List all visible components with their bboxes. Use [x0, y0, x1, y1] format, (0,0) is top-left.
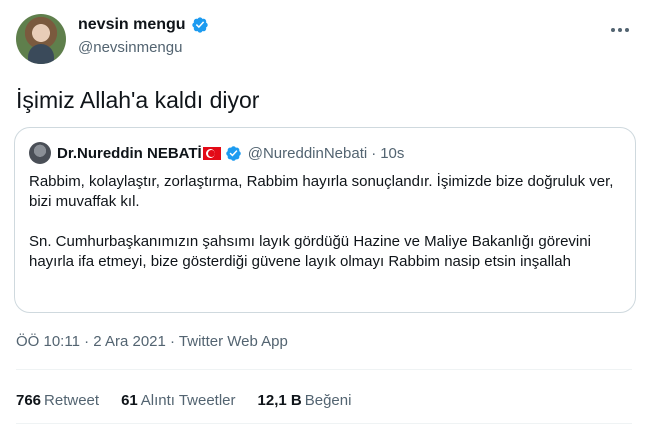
quoted-author-handle: @NureddinNebati: [247, 144, 368, 162]
quoted-verified-badge-icon: [225, 145, 241, 161]
quote-tweets-count: 61: [121, 392, 138, 409]
meta-separator: ·: [170, 333, 176, 350]
author-display-name[interactable]: nevsin mengu: [78, 16, 186, 34]
retweets-count: 766: [16, 392, 42, 409]
quoted-paragraph: Sn. Cumhurbaşkanımızın şahsımı layık gör…: [29, 233, 591, 270]
author-name-block: nevsin mengu @nevsinmengu: [78, 16, 209, 56]
tweet-header: nevsin mengu @nevsinmengu: [16, 14, 632, 66]
tweet-date[interactable]: 2 Ara 2021: [93, 333, 166, 350]
quoted-paragraph: Rabbim, kolaylaştır, zorlaştırma, Rabbim…: [29, 173, 614, 210]
author-handle[interactable]: @nevsinmengu: [78, 39, 209, 56]
likes-label: Beğeni: [304, 392, 352, 409]
quoted-tweet-card[interactable]: Dr.Nureddin NEBATİ @NureddinNebati · 10s…: [14, 127, 636, 313]
quoted-tweet-header: Dr.Nureddin NEBATİ @NureddinNebati · 10s: [29, 141, 404, 165]
tweet-meta: ÖÖ 10:11 · 2 Ara 2021 · Twitter Web App: [16, 333, 288, 350]
likes-count: 12,1 B: [257, 392, 302, 409]
meta-separator: ·: [84, 333, 90, 350]
quote-tweets-stat[interactable]: 61 Alıntı Tweetler: [121, 392, 235, 409]
quoted-tweet-body: Rabbim, kolaylaştır, zorlaştırma, Rabbim…: [29, 172, 623, 272]
tweet-stats: 766 Retweet 61 Alıntı Tweetler 12,1 B Beğen…: [16, 392, 351, 409]
author-avatar[interactable]: [16, 14, 66, 64]
retweets-label: Retweet: [44, 392, 100, 409]
tweet-time[interactable]: ÖÖ 10:11: [16, 333, 80, 350]
retweets-stat[interactable]: 766 Retweet: [16, 392, 99, 409]
quoted-separator: ·: [371, 144, 377, 162]
tweet-text: İşimiz Allah'a kaldı diyor: [16, 87, 260, 113]
likes-stat[interactable]: 12,1 B Beğeni: [258, 392, 352, 409]
quoted-author-avatar: [29, 142, 51, 164]
quoted-time: 10s: [380, 144, 405, 162]
verified-badge-icon: [191, 17, 208, 33]
divider: [16, 369, 632, 370]
tweet-source[interactable]: Twitter Web App: [179, 333, 288, 350]
turkey-flag-icon: [202, 146, 221, 160]
more-options-icon[interactable]: [608, 20, 632, 40]
author-display-name-row[interactable]: nevsin mengu: [78, 16, 209, 34]
quoted-author-display-name: Dr.Nureddin NEBATİ: [57, 144, 202, 162]
quote-tweets-label: Alıntı Tweetler: [140, 392, 236, 409]
